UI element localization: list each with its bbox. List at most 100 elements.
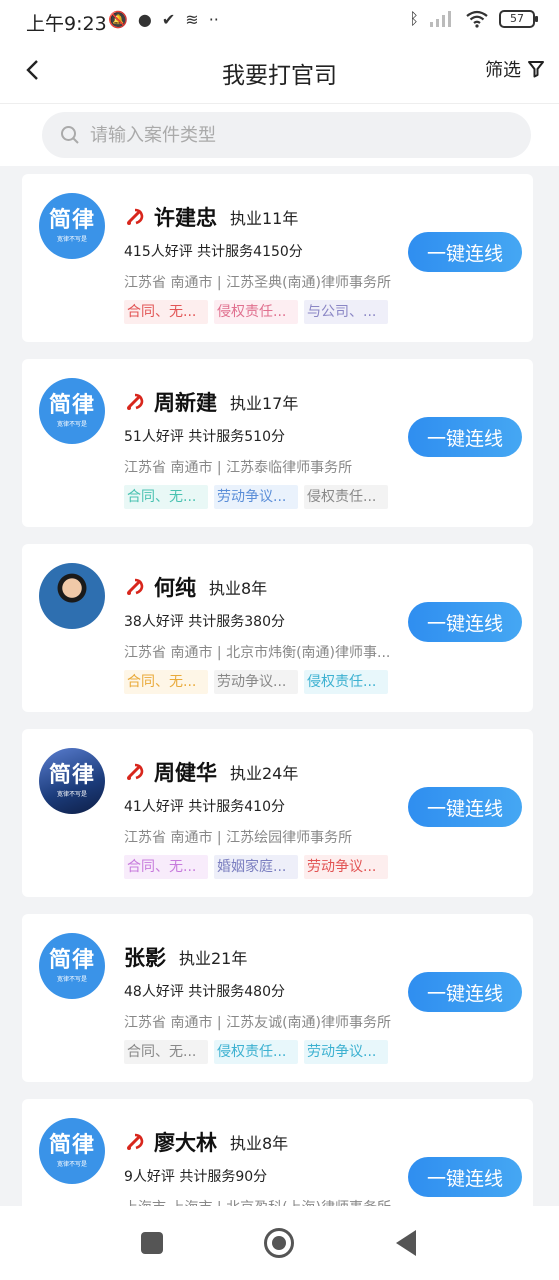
name-row: 周新建 执业17年 — [124, 387, 298, 417]
practice-area-tag: 劳动争议... — [214, 485, 298, 509]
filter-button[interactable]: 筛选 — [485, 56, 545, 82]
chevron-left-icon — [26, 60, 38, 80]
location-firm: 江苏省 南通市 | 江苏圣典(南通)律师事务所 — [124, 275, 391, 291]
lawyer-card[interactable]: 简律宽律不写是廖大林执业8年9人好评 共计服务90分上海市 上海市 | 北京盈科… — [22, 1099, 533, 1206]
wifi-icon — [466, 10, 488, 28]
avatar-logo-text: 简律 — [48, 1132, 95, 1158]
practice-area-tag: 婚姻家庭... — [214, 855, 298, 879]
avatar-logo-subtext: 宽律不写是 — [56, 420, 87, 428]
location-firm: 江苏省 南通市 | 江苏绘园律师事务所 — [124, 830, 353, 846]
avatar-logo-text: 简律 — [48, 392, 95, 418]
nav-back-button[interactable] — [396, 1230, 416, 1256]
rating-stats: 48人好评 共计服务480分 — [124, 984, 285, 1000]
connect-button[interactable]: 一键连线 — [408, 602, 522, 642]
avatar-logo-text: 简律 — [48, 947, 95, 973]
search-icon — [61, 126, 79, 144]
search-input[interactable] — [90, 124, 490, 146]
practice-area-tag: 侵权责任... — [214, 300, 298, 324]
search-box[interactable] — [42, 112, 531, 158]
back-button[interactable] — [14, 52, 50, 88]
practice-area-tag: 合同、无... — [124, 670, 208, 694]
lawyer-card[interactable]: 简律 宽律不写是 周健华 执业24年 41人好评 共计服务410分 江苏省 南通市 | 江… — [22, 729, 533, 897]
name-row: 周健华 执业24年 — [124, 757, 298, 787]
avatar-logo-text: 简律 — [48, 762, 95, 788]
avatar-logo-subtext: 宽律不写是 — [56, 975, 87, 983]
name-row: 许建忠 执业11年 — [124, 202, 298, 232]
signal-icon — [430, 10, 451, 27]
header: 我要打官司 筛选 — [0, 40, 559, 104]
tag-list: 合同、无... 劳动争议... 侵权责任... — [124, 670, 388, 694]
muted-bell-icon: 🔕 — [108, 10, 128, 29]
lawyer-name: 张影 — [124, 946, 166, 970]
lawyer-card[interactable]: 简律 宽律不写是 周新建 执业17年 51人好评 共计服务510分 江苏省 南通市 | 江… — [22, 359, 533, 527]
practice-years: 执业11年 — [230, 209, 299, 228]
name-row: 张影 执业21年 — [124, 942, 247, 972]
practice-years: 执业8年 — [230, 1134, 289, 1153]
name-row: 廖大林 执业8年 — [124, 1127, 288, 1157]
connect-button[interactable]: 一键连线 — [408, 787, 522, 827]
page-title: 我要打官司 — [222, 63, 337, 89]
tag-list: 合同、无... 婚姻家庭... 劳动争议... — [124, 855, 388, 879]
practice-area-tag: 合同、无... — [124, 300, 208, 324]
chat-icon: ● — [137, 10, 152, 29]
recents-button[interactable] — [141, 1232, 163, 1254]
lawyer-card[interactable]: 简律 宽律不写是 许建忠 执业11年 415人好评 共计服务4150分 江苏省 南通市 |… — [22, 174, 533, 342]
check-icon: ✔ — [161, 10, 176, 29]
avatar[interactable]: 简律 宽律不写是 — [39, 748, 105, 814]
status-bar: 上午9:23 🔕 ● ✔ ≋ ·· ᛒ 57 — [0, 0, 559, 40]
avatar[interactable]: 简律 宽律不写是 — [39, 933, 105, 999]
tag-list: 合同、无... 侵权责任... 与公司、... — [124, 300, 388, 324]
lawyer-name: 廖大林 — [154, 1131, 217, 1155]
lawyer-card[interactable]: 何纯 执业8年 38人好评 共计服务380分江苏省 南通市 | 北京市炜衡(南通)律… — [22, 544, 533, 712]
location-firm: 上海市 上海市 | 北京盈科(上海)律师事务所 — [124, 1197, 391, 1206]
party-emblem-icon — [124, 391, 146, 413]
practice-years: 执业24年 — [230, 764, 299, 783]
connect-button[interactable]: 一键连线 — [408, 1157, 522, 1197]
rating-stats: 51人好评 共计服务510分 — [124, 429, 285, 445]
notification-icons: 🔕 ● ✔ ≋ ·· — [108, 10, 219, 29]
practice-area-tag: 侵权责任... — [304, 485, 388, 509]
avatar[interactable]: 简律 宽律不写是 — [39, 193, 105, 259]
lawyer-name: 周新建 — [154, 391, 217, 415]
connect-button[interactable]: 一键连线 — [408, 232, 522, 272]
status-time: 上午9:23 — [26, 13, 107, 35]
name-row: 何纯 执业8年 — [124, 572, 267, 602]
connect-button[interactable]: 一键连线 — [408, 417, 522, 457]
system-icons: ᛒ 57 — [409, 9, 538, 28]
rating-stats: 38人好评 共计服务380分 — [124, 614, 285, 630]
avatar-logo-subtext: 宽律不写是 — [56, 235, 87, 243]
rating-stats: 41人好评 共计服务410分 — [124, 799, 285, 815]
practice-area-tag: 合同、无... — [124, 855, 208, 879]
rating-stats: 9人好评 共计服务90分 — [124, 1169, 268, 1185]
layers-icon: ≋ — [185, 10, 199, 29]
location-firm: 江苏省 南通市 | 江苏泰临律师事务所 — [124, 460, 353, 476]
practice-area-tag: 合同、无... — [124, 1040, 208, 1064]
lawyer-card[interactable]: 简律 宽律不写是 张影 执业21年 48人好评 共计服务480分 江苏省 南通市 | 江苏… — [22, 914, 533, 1082]
tag-list: 合同、无... 劳动争议... 侵权责任... — [124, 485, 388, 509]
avatar[interactable]: 简律 宽律不写是 — [39, 378, 105, 444]
practice-area-tag: 与公司、... — [304, 300, 388, 324]
lawyer-name: 何纯 — [154, 576, 196, 600]
rating-stats: 415人好评 共计服务4150分 — [124, 244, 303, 260]
connect-button[interactable]: 一键连线 — [408, 972, 522, 1012]
avatar-logo-subtext: 宽律不写是 — [56, 1160, 87, 1168]
location-firm: 江苏省 南通市 | 江苏友诚(南通)律师事务所 — [124, 1015, 391, 1031]
location-firm: 江苏省 南通市 | 北京市炜衡(南通)律师事... — [124, 645, 391, 661]
practice-years: 执业8年 — [209, 579, 268, 598]
practice-area-tag: 侵权责任... — [214, 1040, 298, 1064]
lawyer-list: 简律 宽律不写是 许建忠 执业11年 415人好评 共计服务4150分 江苏省 南通市 |… — [0, 166, 559, 1206]
avatar[interactable]: 简律 宽律不写是 — [39, 1118, 105, 1184]
lawyer-name: 周健华 — [154, 761, 217, 785]
system-nav-bar — [0, 1206, 559, 1280]
practice-area-tag: 侵权责任... — [304, 670, 388, 694]
filter-label: 筛选 — [485, 60, 521, 81]
party-emblem-icon — [124, 761, 146, 783]
lawyer-name: 许建忠 — [154, 206, 217, 230]
home-button[interactable] — [264, 1228, 294, 1258]
practice-area-tag: 劳动争议... — [304, 1040, 388, 1064]
practice-area-tag: 劳动争议... — [214, 670, 298, 694]
avatar[interactable] — [39, 563, 105, 629]
battery-level: 57 — [510, 12, 524, 25]
battery-icon: 57 — [499, 9, 538, 28]
bluetooth-icon: ᛒ — [409, 9, 419, 28]
